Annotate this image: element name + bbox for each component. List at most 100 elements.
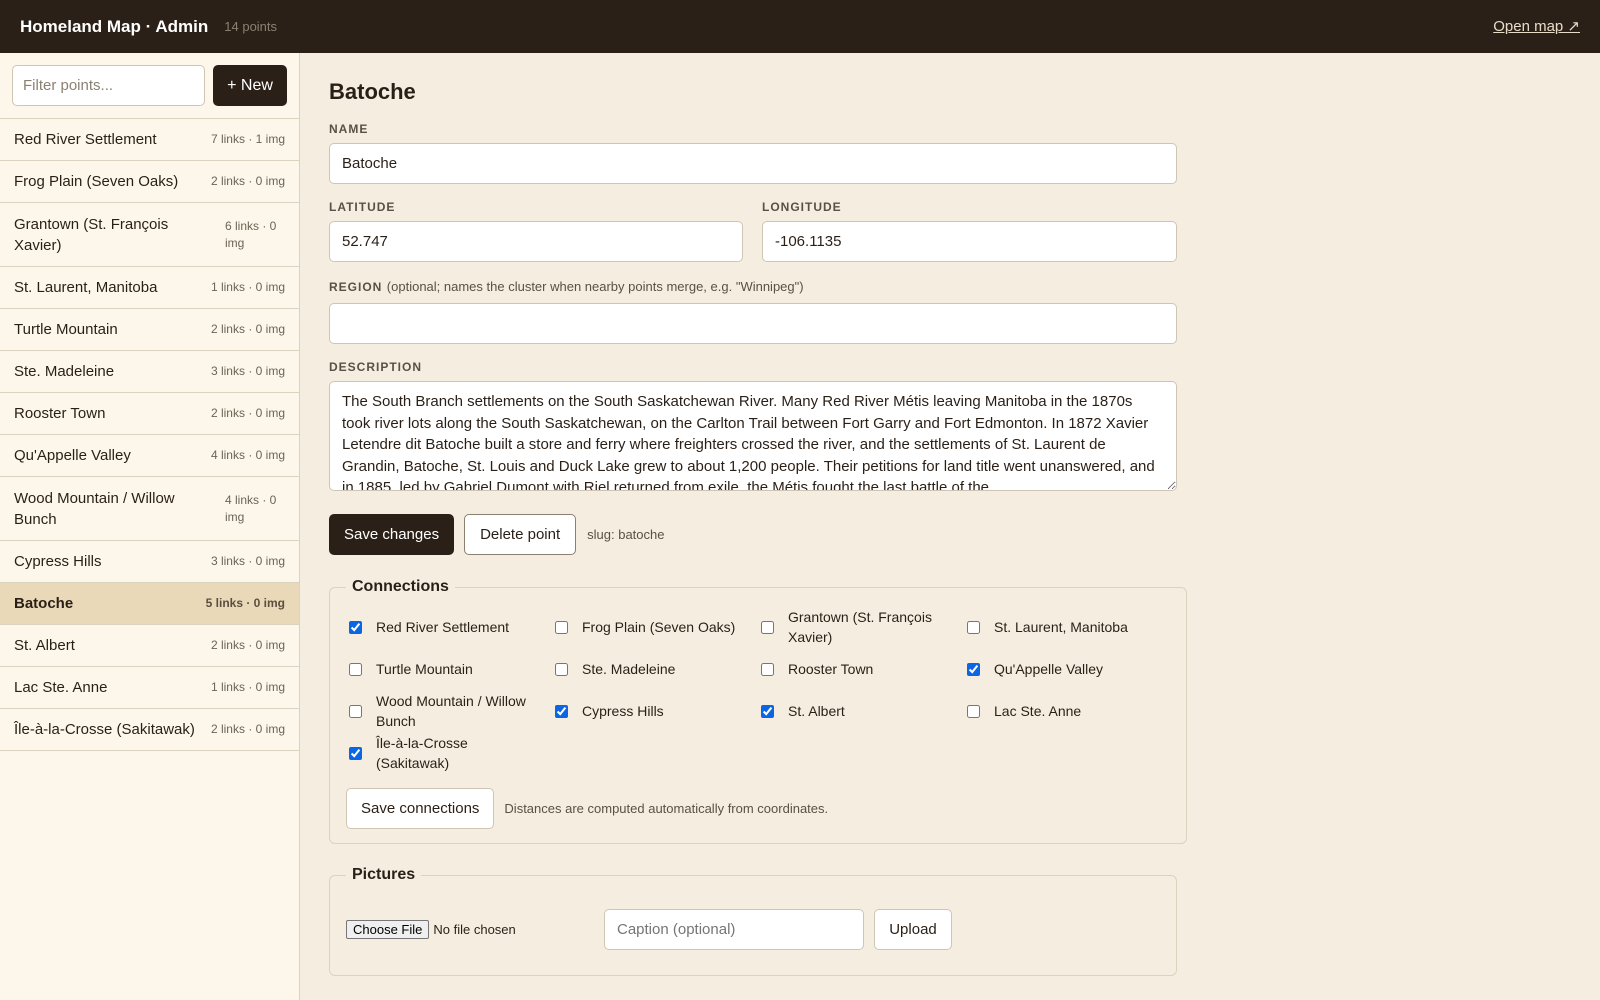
connection-label: Qu'Appelle Valley [994,661,1104,677]
point-meta: 2 links · 0 img [210,638,285,652]
top-bar: Homeland Map · Admin 14 points Open map … [0,0,1600,53]
point-meta: 7 links · 1 img [210,132,285,146]
upload-button[interactable]: Upload [874,909,952,950]
sidebar-point-item[interactable]: Red River Settlement 7 links · 1 img [0,119,299,161]
point-meta: 2 links · 0 img [210,722,285,736]
point-name: Grantown (St. François Xavier) [14,215,169,254]
connection-checkbox[interactable] [349,704,362,718]
region-label: REGION [329,280,383,294]
point-meta: 2 links · 0 img [210,322,285,336]
connection-checkbox[interactable] [349,662,362,676]
connection-checkbox[interactable] [967,620,980,634]
new-point-button[interactable]: + New [213,65,287,106]
description-textarea[interactable]: The South Branch settlements on the Sout… [329,381,1177,491]
latitude-input[interactable] [329,221,743,262]
connection-label: Cypress Hills [582,703,664,719]
connection-checkbox[interactable] [967,704,980,718]
connection-option[interactable]: Rooster Town [758,648,964,690]
choose-file-button[interactable]: Choose File [346,920,430,939]
point-name: Wood Mountain / Willow Bunch [14,489,175,528]
point-name: Turtle Mountain [14,321,118,338]
connection-checkbox[interactable] [349,620,362,634]
connections-legend: Connections [352,578,449,595]
connection-option[interactable]: Cypress Hills [552,690,758,732]
point-meta: 3 links · 0 img [210,364,285,378]
sidebar-point-item[interactable]: Île-à-la-Crosse (Sakitawak) 2 links · 0 i… [0,709,299,751]
delete-point-button[interactable]: Delete point [464,514,577,555]
connection-option[interactable]: Wood Mountain / Willow Bunch [346,690,552,732]
sidebar-point-item[interactable]: Turtle Mountain 2 links · 0 img [0,309,299,351]
no-file-text: No file chosen [433,922,516,937]
sidebar-point-item[interactable]: St. Laurent, Manitoba 1 links · 0 img [0,267,299,309]
sidebar-point-item[interactable]: Cypress Hills 3 links · 0 img [0,541,299,583]
longitude-label: LONGITUDE [762,200,842,214]
sidebar-point-item[interactable]: Wood Mountain / Willow Bunch 4 links · 0 … [0,477,299,541]
point-meta: 2 links · 0 img [210,406,285,420]
region-label-row: REGION (optional; names the cluster when… [329,278,1177,296]
connection-checkbox[interactable] [967,662,980,676]
point-name: Batoche [14,595,74,612]
point-name: St. Laurent, Manitoba [14,279,158,296]
point-list: Red River Settlement 7 links · 1 img Frog … [0,119,299,751]
connection-option[interactable]: St. Albert [758,690,964,732]
connection-checkbox[interactable] [761,620,774,634]
connections-grid: Red River Settlement Frog Plain (Seven Oa… [346,606,1170,774]
region-hint: (optional; names the cluster when nearby… [386,279,804,294]
connection-checkbox[interactable] [555,704,568,718]
sidebar-point-item[interactable]: St. Albert 2 links · 0 img [0,625,299,667]
app-title: Homeland Map · Admin [20,16,209,36]
connection-label: Wood Mountain / Willow Bunch [376,693,526,729]
latitude-label: LATITUDE [329,200,396,214]
connection-option[interactable]: St. Laurent, Manitoba [964,606,1170,648]
connection-checkbox[interactable] [349,746,362,760]
sidebar-point-item[interactable]: Batoche 5 links · 0 img [0,583,299,625]
connection-option[interactable]: Turtle Mountain [346,648,552,690]
sidebar-point-item[interactable]: Frog Plain (Seven Oaks) 2 links · 0 img [0,161,299,203]
connection-option[interactable]: Lac Ste. Anne [964,690,1170,732]
name-input[interactable] [329,143,1177,184]
point-meta: 4 links · 0 img [225,492,277,524]
longitude-input[interactable] [762,221,1177,262]
point-meta: 3 links · 0 img [210,554,285,568]
caption-input[interactable] [604,909,864,950]
sidebar-point-item[interactable]: Grantown (St. François Xavier) 6 links · … [0,203,299,267]
open-map-link[interactable]: Open map ↗ [1493,17,1580,35]
region-input[interactable] [329,303,1177,344]
point-meta: 4 links · 0 img [210,448,285,462]
pictures-legend: Pictures [352,866,416,883]
connection-label: Lac Ste. Anne [994,703,1082,719]
connection-label: Turtle Mountain [376,661,473,677]
connection-label: Ste. Madeleine [582,661,676,677]
connection-option[interactable]: Red River Settlement [346,606,552,648]
connection-checkbox[interactable] [761,704,774,718]
point-meta: 6 links · 0 img [225,218,277,250]
connection-checkbox[interactable] [761,662,774,676]
sidebar-toolbar: + New [0,53,299,119]
connection-checkbox[interactable] [555,662,568,676]
filter-input[interactable] [12,65,205,106]
connection-label: St. Laurent, Manitoba [994,619,1128,635]
connection-label: Île-à-la-Crosse (Sakitawak) [376,735,468,771]
connection-option[interactable]: Île-à-la-Crosse (Sakitawak) [346,732,552,774]
connection-label: St. Albert [788,703,845,719]
sidebar-point-item[interactable]: Qu'Appelle Valley 4 links · 0 img [0,435,299,477]
save-changes-button[interactable]: Save changes [329,514,455,555]
point-name: Lac Ste. Anne [14,679,108,696]
sidebar: + New Red River Settlement 7 links · 1 im… [0,53,300,1000]
point-meta: 1 links · 0 img [210,680,285,694]
sidebar-point-item[interactable]: Lac Ste. Anne 1 links · 0 img [0,667,299,709]
connection-option[interactable]: Qu'Appelle Valley [964,648,1170,690]
point-name: Île-à-la-Crosse (Sakitawak) [14,721,195,738]
connection-checkbox[interactable] [555,620,568,634]
connection-option[interactable]: Grantown (St. François Xavier) [758,606,964,648]
pictures-section: Pictures Choose File No file chosen Uplo… [329,866,1177,976]
point-name: Frog Plain (Seven Oaks) [14,173,179,190]
connection-option[interactable]: Ste. Madeleine [552,648,758,690]
name-label: NAME [329,122,369,136]
connection-option[interactable]: Frog Plain (Seven Oaks) [552,606,758,648]
connection-label: Rooster Town [788,661,874,677]
sidebar-point-item[interactable]: Rooster Town 2 links · 0 img [0,393,299,435]
save-connections-button[interactable]: Save connections [346,788,495,829]
point-meta: 2 links · 0 img [210,174,285,188]
sidebar-point-item[interactable]: Ste. Madeleine 3 links · 0 img [0,351,299,393]
